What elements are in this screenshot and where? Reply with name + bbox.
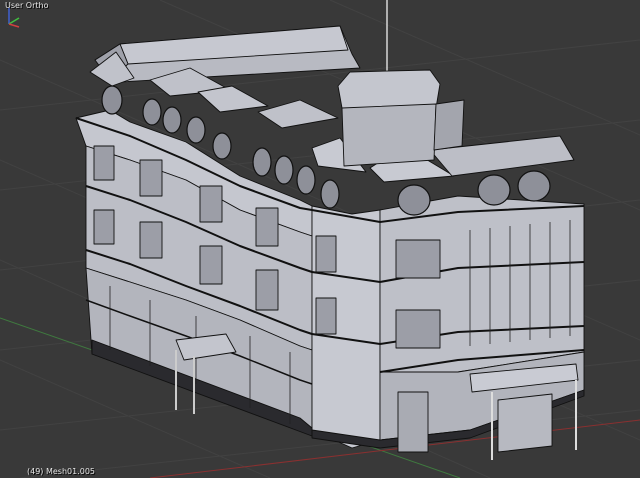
y-axis-icon — [8, 17, 20, 25]
3d-viewport[interactable]: User Ortho (49) Mesh01.005 — [0, 0, 640, 478]
building-mesh[interactable] — [75, 0, 585, 460]
object-info-label: (49) Mesh01.005 — [27, 467, 96, 476]
axis-gizmo — [8, 8, 20, 28]
x-axis-icon — [8, 23, 20, 28]
viewport-canvas[interactable] — [0, 0, 640, 478]
